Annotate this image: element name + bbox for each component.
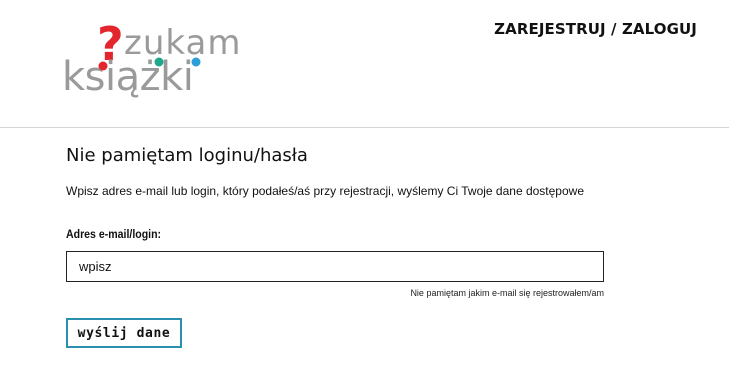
instructions-text: Wpisz adres e-mail lub login, który poda… — [66, 184, 584, 198]
logo-line-2: książki — [62, 54, 193, 100]
register-login-link[interactable]: ZAREJESTRUJ / ZALOGUJ — [494, 20, 697, 38]
logo-graphic: ? zukam książki — [62, 17, 240, 100]
logo-dot-blue — [191, 57, 201, 67]
page: ? zukam książki ZAREJESTRUJ / ZALOGUJ Ni… — [0, 0, 729, 380]
page-title: Nie pamiętam loginu/hasła — [66, 145, 308, 166]
email-login-label: Adres e-mail/login: — [66, 227, 162, 241]
email-login-input[interactable] — [66, 251, 604, 282]
site-header: ? zukam książki ZAREJESTRUJ / ZALOGUJ — [0, 0, 729, 128]
site-logo[interactable]: ? zukam książki — [62, 14, 262, 109]
forgot-email-link[interactable]: Nie pamiętam jakim e-mail się rejestrowa… — [410, 288, 604, 298]
submit-button[interactable]: wyślij dane — [66, 318, 182, 348]
logo-dot-teal — [154, 57, 164, 67]
logo-dot-red — [98, 61, 108, 71]
